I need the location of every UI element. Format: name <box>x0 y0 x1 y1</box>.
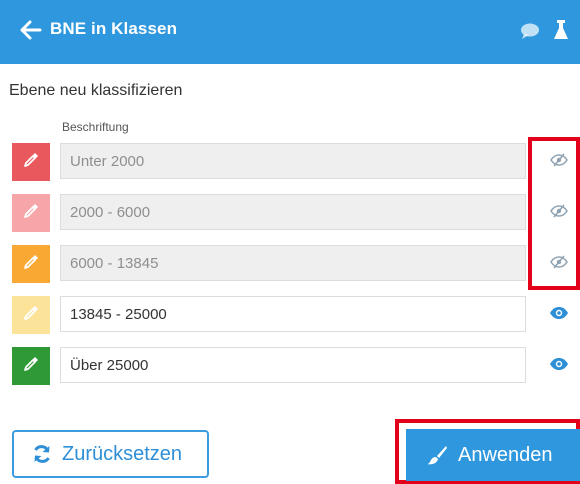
color-picker-button[interactable] <box>12 245 50 283</box>
column-header-label: Beschriftung <box>62 120 129 134</box>
class-row <box>12 143 572 181</box>
apply-button[interactable]: Anwenden <box>406 429 580 481</box>
chat-icon[interactable] <box>520 22 540 40</box>
color-picker-button[interactable] <box>12 296 50 334</box>
top-bar: BNE in Klassen <box>0 0 580 64</box>
flask-icon[interactable] <box>553 19 569 41</box>
class-label-input[interactable] <box>60 296 526 332</box>
paint-brush-icon <box>427 446 447 465</box>
color-picker-button[interactable] <box>12 347 50 385</box>
eyedropper-icon <box>22 355 40 378</box>
class-row <box>12 296 572 334</box>
class-label-input[interactable] <box>60 245 526 281</box>
eyedropper-icon <box>22 151 40 174</box>
eye-icon[interactable] <box>549 356 569 372</box>
color-picker-button[interactable] <box>12 143 50 181</box>
class-label-input[interactable] <box>60 347 526 383</box>
color-picker-button[interactable] <box>12 194 50 232</box>
eye-icon[interactable] <box>549 305 569 321</box>
class-row <box>12 194 572 232</box>
reset-button-label: Zurücksetzen <box>62 442 183 465</box>
reset-button[interactable]: Zurücksetzen <box>12 430 209 478</box>
eyedropper-icon <box>22 253 40 276</box>
class-row <box>12 347 572 385</box>
class-label-input[interactable] <box>60 143 526 179</box>
class-row <box>12 245 572 283</box>
class-label-input[interactable] <box>60 194 526 230</box>
app-title: BNE in Klassen <box>50 19 178 38</box>
highlight-box-visibility <box>528 137 580 290</box>
eyedropper-icon <box>22 202 40 225</box>
eyedropper-icon <box>22 304 40 327</box>
back-arrow-icon[interactable] <box>18 17 44 43</box>
apply-button-label: Anwenden <box>458 443 553 466</box>
panel-title: Ebene neu klassifizieren <box>9 82 183 99</box>
refresh-icon <box>34 445 50 463</box>
